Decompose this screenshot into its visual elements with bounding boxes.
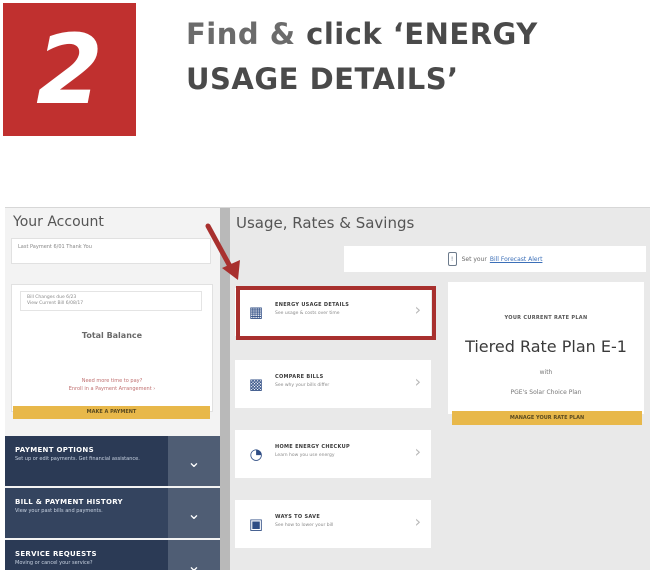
usage-rates-savings-panel: Usage, Rates & Savings ! Set your Bill F…	[230, 208, 650, 570]
payment-options-subtitle: Set up or edit payments. Get financial a…	[15, 456, 140, 462]
bill-forecast-alert-link[interactable]: Bill Forecast Alert	[490, 256, 543, 263]
bar-chart-icon: ▩	[248, 375, 264, 393]
payment-arrangement-link[interactable]: Enroll in a Payment Arrangement ›	[12, 385, 212, 393]
step-number: 2	[36, 13, 103, 126]
last-payment-text: Last Payment 6/01 Thank You	[18, 244, 92, 250]
compare-bills-subtitle: See why your bills differ	[275, 383, 330, 388]
manage-rate-plan-button[interactable]: MANAGE YOUR RATE PLAN	[452, 411, 642, 425]
step-instruction: Find & click ‘ENERGY USAGE DETAILS’	[186, 12, 646, 102]
ways-to-save-title: WAYS TO SAVE	[275, 514, 321, 520]
chevron-down-icon[interactable]: ⌄	[168, 488, 220, 538]
phone-alert-icon: !	[447, 252, 457, 266]
payment-options-title: PAYMENT OPTIONS	[15, 446, 94, 454]
piggy-bank-icon: ▣	[248, 515, 264, 533]
compare-bills-title: COMPARE BILLS	[275, 374, 324, 380]
pointer-arrow-icon	[205, 223, 240, 280]
service-requests-item[interactable]: SERVICE REQUESTS Moving or cancel your s…	[5, 540, 220, 570]
chevron-down-icon[interactable]: ⌄	[168, 436, 220, 486]
balance-card: Bill Changes due 6/23 View Current Bill …	[11, 284, 213, 412]
highlight-frame	[236, 286, 436, 340]
payment-help: Need more time to pay? Enroll in a Payme…	[12, 377, 212, 393]
home-energy-checkup-title: HOME ENERGY CHECKUP	[275, 444, 350, 450]
payment-help-question: Need more time to pay?	[81, 378, 143, 384]
chevron-right-icon: ›	[414, 512, 421, 531]
your-account-heading: Your Account	[13, 214, 104, 230]
ways-to-save-subtitle: See how to lower your bill	[275, 523, 334, 528]
chevron-down-icon[interactable]: ⌄	[168, 540, 220, 570]
ways-to-save-option[interactable]: ▣ WAYS TO SAVE See how to lower your bil…	[235, 500, 431, 548]
home-energy-checkup-subtitle: Learn how you use energy	[275, 453, 335, 458]
bill-payment-history-title: BILL & PAYMENT HISTORY	[15, 498, 123, 506]
rate-plan-caption: YOUR CURRENT RATE PLAN	[504, 315, 588, 321]
rate-plan-name: Tiered Rate Plan E-1	[465, 337, 627, 356]
last-payment-card: Last Payment 6/01 Thank You	[11, 238, 211, 264]
bill-payment-history-item[interactable]: BILL & PAYMENT HISTORY View your past bi…	[5, 488, 220, 538]
total-balance-label: Total Balance	[81, 331, 143, 340]
rate-plan-card: YOUR CURRENT RATE PLAN Tiered Rate Plan …	[448, 282, 644, 414]
rate-plan-with: with	[539, 369, 553, 376]
your-account-panel: Your Account Last Payment 6/01 Thank You…	[5, 208, 220, 570]
chevron-right-icon: ›	[414, 442, 421, 461]
step-instruction-plain: Find &	[186, 17, 307, 51]
bill-forecast-prefix: Set your	[461, 255, 487, 263]
service-requests-subtitle: Moving or cancel your service?	[15, 560, 93, 566]
solar-choice-plan: PGE's Solar Choice Plan	[510, 389, 582, 396]
step-number-badge: 2	[3, 3, 136, 136]
make-a-payment-button[interactable]: MAKE A PAYMENT	[13, 406, 210, 419]
bill-forecast-banner: ! Set your Bill Forecast Alert	[344, 246, 646, 272]
payment-options-item[interactable]: PAYMENT OPTIONS Set up or edit payments.…	[5, 436, 220, 486]
usage-heading: Usage, Rates & Savings	[236, 214, 415, 232]
service-requests-title: SERVICE REQUESTS	[15, 550, 97, 558]
bill-alert-line2: View Current Bill 6/08/17	[27, 301, 84, 306]
bill-payment-history-subtitle: View your past bills and payments.	[15, 508, 103, 514]
home-energy-checkup-option[interactable]: ◔ HOME ENERGY CHECKUP Learn how you use …	[235, 430, 431, 478]
account-screenshot: Your Account Last Payment 6/01 Thank You…	[5, 207, 650, 570]
chevron-right-icon: ›	[414, 372, 421, 391]
pie-chart-icon: ◔	[249, 445, 263, 463]
bill-alert[interactable]: Bill Changes due 6/23 View Current Bill …	[20, 291, 202, 311]
compare-bills-option[interactable]: ▩ COMPARE BILLS See why your bills diffe…	[235, 360, 431, 408]
